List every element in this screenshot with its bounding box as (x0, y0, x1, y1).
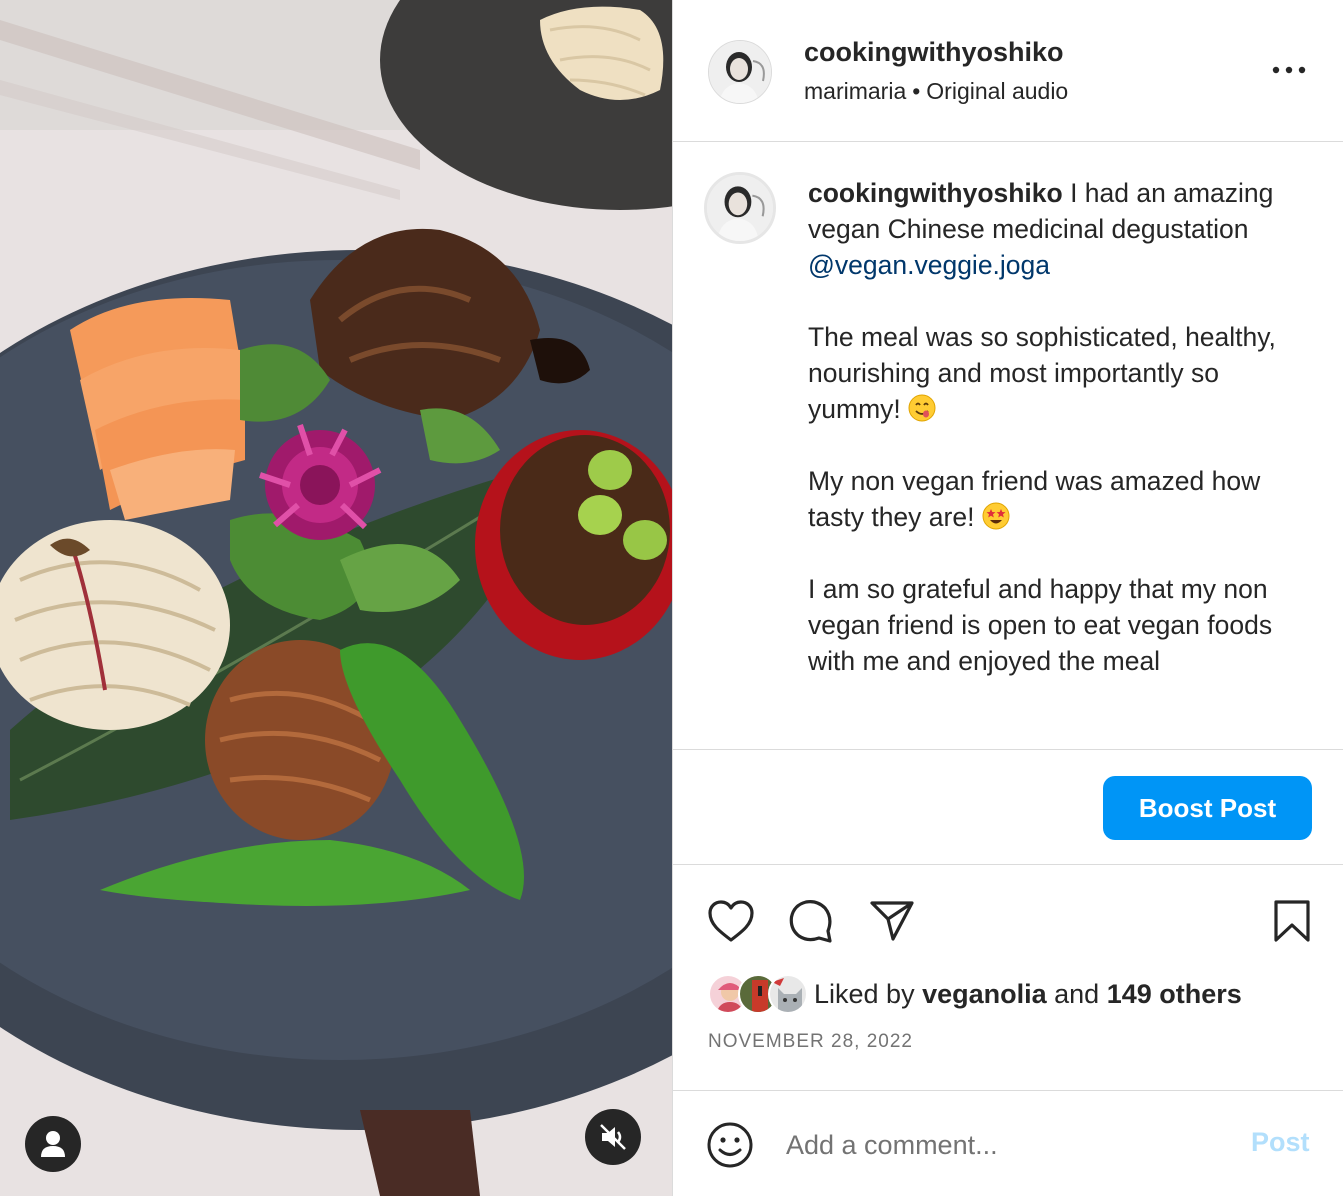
user-tag-button[interactable] (25, 1116, 81, 1172)
author-avatar[interactable] (708, 40, 772, 104)
likes-summary: Liked by veganolia and 149 others (708, 972, 1242, 1016)
caption-section: cookingwithyoshiko I had an amazing vega… (673, 142, 1343, 750)
liker-avatars (708, 972, 810, 1016)
author-username[interactable]: cookingwithyoshiko (804, 37, 1064, 68)
more-options-button[interactable] (1269, 56, 1309, 84)
likes-others-link[interactable]: 149 others (1107, 979, 1242, 1009)
user-icon (41, 1131, 65, 1157)
caption-username[interactable]: cookingwithyoshiko (808, 178, 1063, 208)
likes-middle: and (1046, 978, 1107, 1009)
liker-username[interactable]: veganolia (922, 979, 1047, 1009)
comment-button[interactable] (786, 896, 836, 946)
comment-icon (789, 900, 832, 943)
post-date[interactable]: NOVEMBER 28, 2022 (708, 1031, 913, 1053)
boost-post-button[interactable]: Boost Post (1103, 776, 1312, 840)
mute-toggle-button[interactable] (585, 1109, 641, 1165)
post-comment-button[interactable]: Post (1251, 1127, 1310, 1158)
ellipsis-icon (1272, 66, 1306, 74)
add-comment-bar: Post (673, 1090, 1343, 1196)
likes-text: Liked by veganolia and 149 others (814, 979, 1242, 1010)
caption-paragraph-4: I am so grateful and happy that my non v… (808, 574, 1273, 676)
post-header: cookingwithyoshiko marimaria • Original au… (673, 0, 1343, 142)
post-details-panel: cookingwithyoshiko marimaria • Original au… (672, 0, 1344, 1196)
paper-plane-icon (870, 901, 914, 941)
audio-label[interactable]: Original audio (926, 78, 1068, 104)
audio-artist[interactable]: marimaria (804, 78, 906, 104)
star-struck-emoji (982, 502, 1010, 530)
face-savoring-food-emoji (908, 394, 936, 422)
heart-icon (708, 900, 754, 942)
caption-text: cookingwithyoshiko I had an amazing vega… (808, 175, 1278, 715)
separator-dot: • (912, 78, 921, 104)
liker-avatar[interactable] (768, 974, 808, 1014)
caption-author-avatar[interactable] (704, 172, 776, 244)
post-actions (673, 866, 1343, 966)
audio-info: marimaria • Original audio (804, 78, 1068, 105)
emoji-picker-button[interactable] (706, 1121, 756, 1171)
boost-section: Boost Post (673, 751, 1343, 865)
like-button[interactable] (706, 896, 756, 946)
speaker-muted-icon (600, 1124, 626, 1150)
save-button[interactable] (1267, 896, 1317, 946)
post-media[interactable] (0, 0, 672, 1196)
share-button[interactable] (867, 896, 917, 946)
food-photo (0, 0, 672, 1196)
smiley-icon (707, 1122, 753, 1168)
caption-paragraph-2: The meal was so sophisticated, healthy, … (808, 322, 1276, 424)
likes-prefix: Liked by (814, 978, 923, 1009)
bookmark-icon (1274, 900, 1310, 942)
caption-mention-link[interactable]: @vegan.veggie.joga (808, 250, 1050, 280)
caption-paragraph-3: My non vegan friend was amazed how tasty… (808, 466, 1261, 532)
comment-input[interactable] (786, 1123, 1216, 1167)
